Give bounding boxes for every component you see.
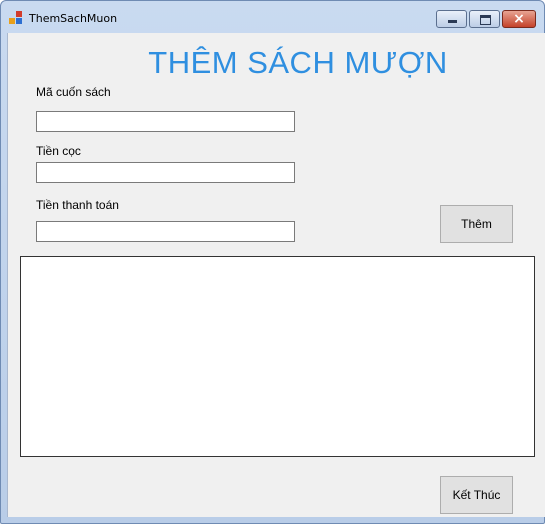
- close-icon[interactable]: ×: [502, 10, 536, 28]
- window-title: ThemSachMuon: [29, 12, 118, 25]
- form-client-area: THÊM SÁCH MƯỢN Mã cuốn sách Tiền cọc Tiề…: [7, 33, 545, 517]
- close-glyph: ×: [513, 11, 525, 27]
- form-heading: THÊM SÁCH MƯỢN: [148, 45, 448, 80]
- exit-button[interactable]: Kết Thúc: [440, 476, 513, 514]
- loan-list-grid[interactable]: [20, 256, 535, 457]
- add-button[interactable]: Thêm: [440, 205, 513, 243]
- deposit-label: Tiền cọc: [36, 144, 81, 158]
- book-id-input[interactable]: [36, 111, 295, 132]
- payment-label: Tiền thanh toán: [36, 198, 119, 212]
- app-icon: [9, 11, 23, 25]
- deposit-input[interactable]: [36, 162, 295, 183]
- title-bar[interactable]: ThemSachMuon ×: [1, 1, 544, 33]
- app-window: ThemSachMuon × THÊM SÁCH MƯỢN Mã cuốn sá…: [0, 0, 545, 524]
- payment-input[interactable]: [36, 221, 295, 242]
- maximize-icon[interactable]: [469, 10, 500, 28]
- book-id-label: Mã cuốn sách: [36, 85, 111, 99]
- minimize-icon[interactable]: [436, 10, 467, 28]
